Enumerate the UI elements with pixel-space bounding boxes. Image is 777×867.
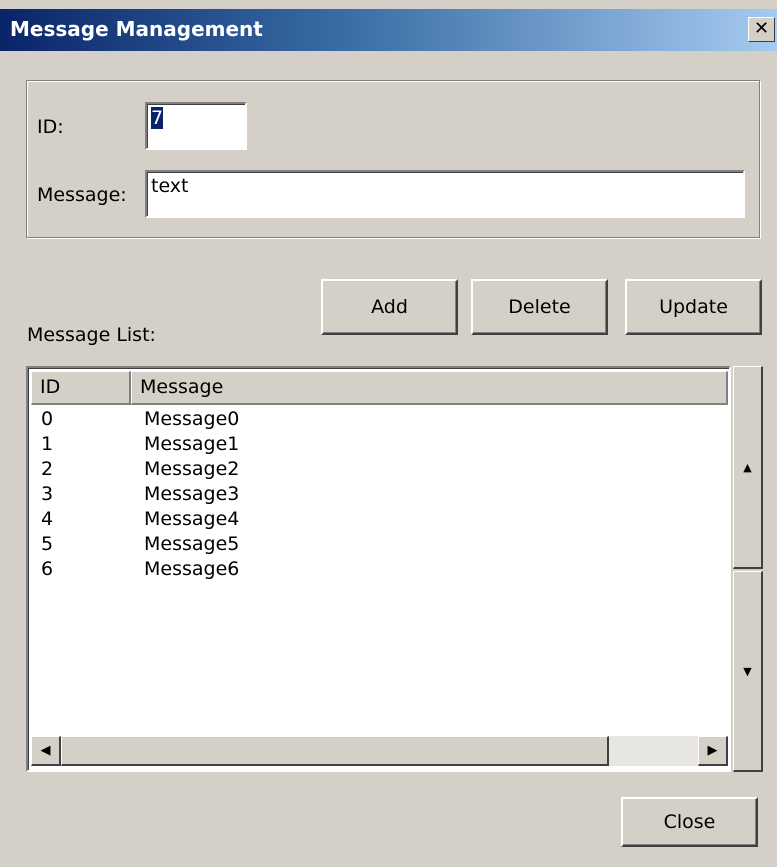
list-row-5[interactable]: 5 Message5 (31, 533, 728, 558)
row-message: Message6 (144, 558, 240, 580)
horizontal-scroll-thumb[interactable] (61, 736, 609, 766)
close-button[interactable]: Close (621, 797, 758, 847)
row-id: 6 (41, 558, 54, 580)
window-close-button[interactable]: ✕ (748, 17, 775, 42)
scroll-left-button[interactable]: ◀ (31, 736, 61, 766)
arrow-up-icon: ▲ (743, 460, 752, 474)
row-id: 3 (41, 483, 54, 505)
message-field-value: text (151, 175, 189, 197)
row-message: Message4 (144, 508, 240, 530)
add-button[interactable]: Add (321, 279, 458, 335)
list-row-6[interactable]: 6 Message6 (31, 558, 728, 583)
column-header-message[interactable]: Message (131, 371, 728, 405)
title-bar[interactable]: Message Management ✕ (0, 9, 777, 51)
id-field[interactable]: 7 (145, 102, 247, 150)
vertical-scrollbar[interactable]: ▲ ▼ (733, 366, 763, 772)
message-label: Message: (37, 184, 127, 206)
scroll-down-button[interactable]: ▼ (733, 571, 763, 772)
list-row-1[interactable]: 1 Message1 (31, 433, 728, 458)
list-row-2[interactable]: 2 Message2 (31, 458, 728, 483)
arrow-left-icon: ◀ (40, 743, 51, 758)
message-field[interactable]: text (145, 170, 745, 218)
close-button-label: Close (663, 811, 716, 833)
arrow-right-icon: ▶ (707, 743, 718, 758)
list-header: ID Message (31, 371, 728, 405)
row-message: Message5 (144, 533, 240, 555)
row-message: Message1 (144, 433, 240, 455)
id-field-value: 7 (151, 107, 164, 129)
row-id: 0 (41, 408, 54, 430)
update-button[interactable]: Update (625, 279, 762, 335)
message-management-window: Message Management ✕ ID: 7 Message: text… (0, 0, 777, 867)
row-message: Message0 (144, 408, 240, 430)
list-row-3[interactable]: 3 Message3 (31, 483, 728, 508)
column-header-id-label: ID (40, 376, 61, 398)
scroll-right-button[interactable]: ▶ (698, 736, 728, 766)
row-message: Message2 (144, 458, 240, 480)
add-button-label: Add (371, 296, 408, 318)
list-rows: 0 Message0 1 Message1 2 Message2 3 Messa… (31, 408, 728, 583)
horizontal-scrollbar[interactable]: ◀ ▶ (31, 736, 728, 766)
list-row-4[interactable]: 4 Message4 (31, 508, 728, 533)
close-icon: ✕ (753, 18, 770, 39)
column-header-message-label: Message (140, 376, 224, 398)
message-list[interactable]: ID Message 0 Message0 1 Message1 2 Messa… (26, 366, 731, 772)
scroll-up-button[interactable]: ▲ (733, 366, 763, 569)
row-message: Message3 (144, 483, 240, 505)
row-id: 4 (41, 508, 54, 530)
update-button-label: Update (659, 296, 728, 318)
column-header-id[interactable]: ID (31, 371, 131, 405)
list-row-0[interactable]: 0 Message0 (31, 408, 728, 433)
message-list-label: Message List: (27, 324, 156, 346)
delete-button[interactable]: Delete (471, 279, 608, 335)
id-label: ID: (37, 116, 64, 138)
arrow-down-icon: ▼ (743, 664, 752, 678)
row-id: 2 (41, 458, 54, 480)
window-title: Message Management (10, 17, 263, 41)
row-id: 5 (41, 533, 54, 555)
delete-button-label: Delete (508, 296, 571, 318)
row-id: 1 (41, 433, 54, 455)
